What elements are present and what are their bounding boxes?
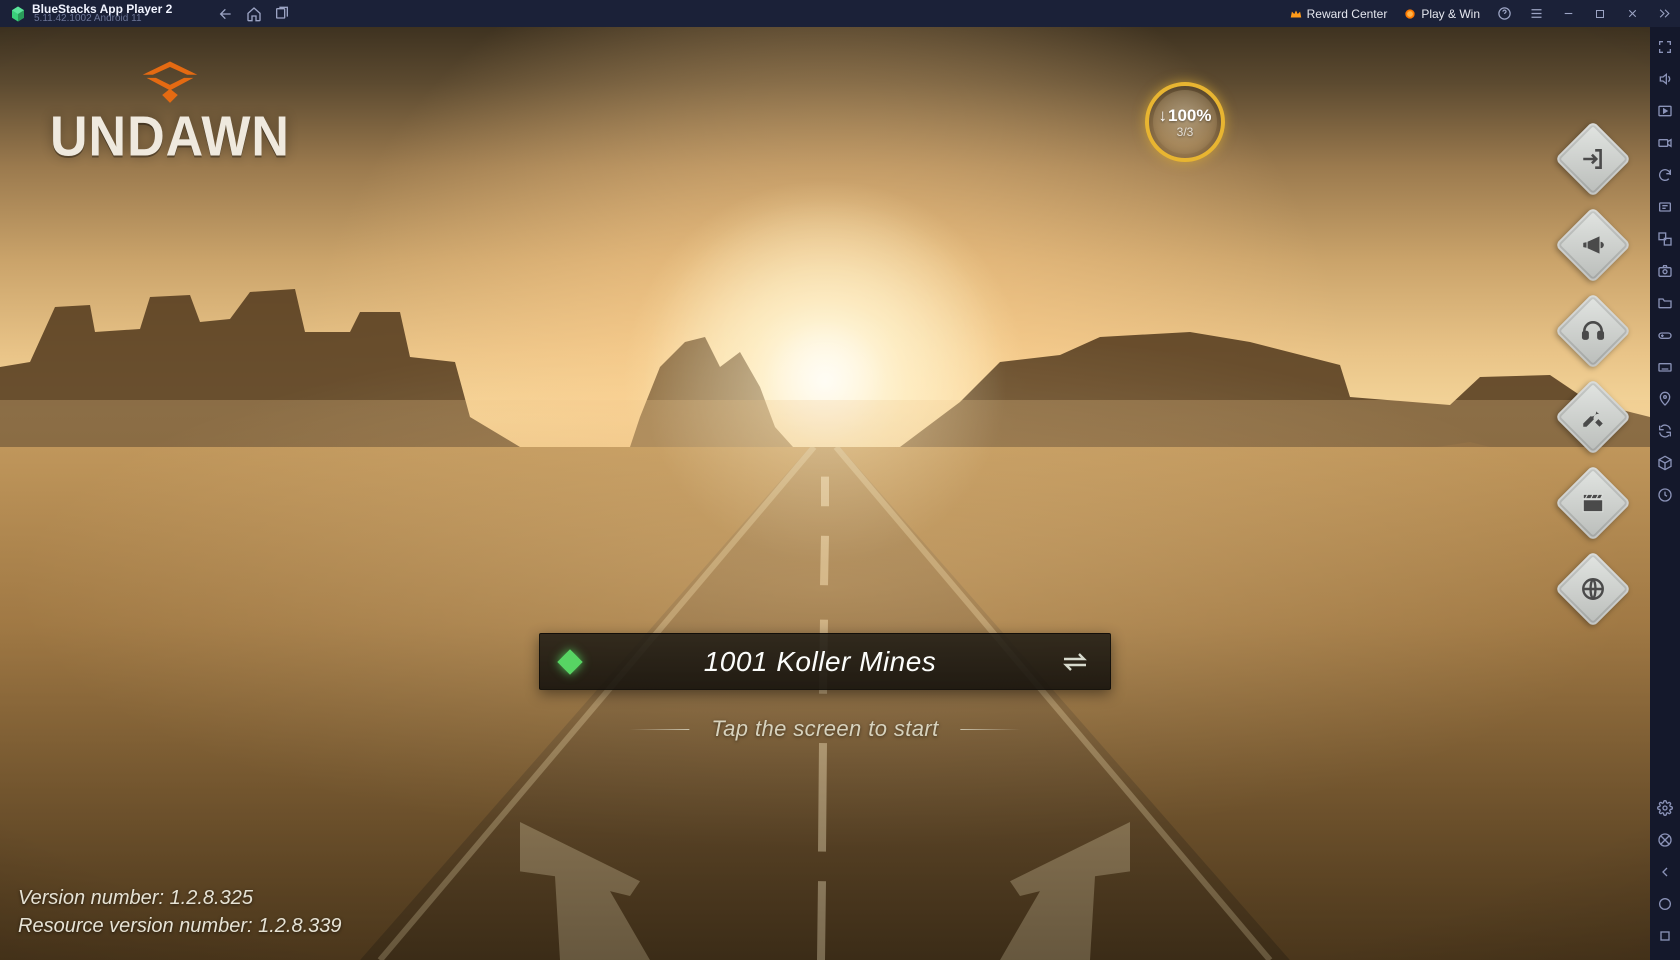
nav-home-button[interactable]	[240, 0, 268, 27]
game-logo: UNDAWN	[50, 57, 290, 167]
globe-icon	[1566, 562, 1620, 616]
close-button[interactable]	[1616, 0, 1648, 27]
emulator-sidebar	[1650, 27, 1680, 960]
resource-value: 1.2.8.339	[258, 915, 341, 937]
fullscreen-icon[interactable]	[1650, 33, 1680, 61]
reward-center-button[interactable]: Reward Center	[1281, 0, 1396, 27]
gamepad-icon[interactable]	[1650, 321, 1680, 349]
version-value: 1.2.8.325	[170, 887, 253, 909]
crown-icon	[1289, 7, 1303, 21]
reward-center-label: Reward Center	[1307, 7, 1388, 21]
clapper-icon	[1566, 476, 1620, 530]
logout-button[interactable]	[1566, 132, 1620, 186]
support-button[interactable]	[1566, 304, 1620, 358]
tools-icon	[1566, 390, 1620, 444]
rotate-icon[interactable]	[1650, 417, 1680, 445]
minimize-button[interactable]	[1552, 0, 1584, 27]
screenshot-icon[interactable]	[1650, 257, 1680, 285]
sidebar-recents-icon[interactable]	[1650, 922, 1680, 950]
keymap-icon[interactable]	[1650, 353, 1680, 381]
collapse-sidebar-button[interactable]	[1648, 0, 1680, 27]
coin-icon	[1403, 7, 1417, 21]
headset-icon	[1566, 304, 1620, 358]
sidebar-back-icon[interactable]	[1650, 858, 1680, 886]
sidebar-home-icon[interactable]	[1650, 890, 1680, 918]
app-subtitle: 5.11.42.1002 Android 11	[34, 13, 172, 24]
media-button[interactable]	[1566, 476, 1620, 530]
trim-memory-icon[interactable]	[1650, 826, 1680, 854]
region-button[interactable]	[1566, 562, 1620, 616]
logout-icon	[1566, 132, 1620, 186]
location-icon[interactable]	[1650, 385, 1680, 413]
emulator-titlebar: BlueStacks App Player 2 5.11.42.1002 And…	[0, 0, 1680, 27]
volume-icon[interactable]	[1650, 65, 1680, 93]
record-icon[interactable]	[1650, 129, 1680, 157]
settings-icon[interactable]	[1650, 794, 1680, 822]
swap-icon	[1040, 652, 1110, 672]
tap-text: Tap the screen to start	[711, 716, 938, 742]
hamburger-button[interactable]	[1520, 0, 1552, 27]
folder-icon[interactable]	[1650, 289, 1680, 317]
history-icon[interactable]	[1650, 481, 1680, 509]
rule-left	[629, 729, 689, 730]
repair-button[interactable]	[1566, 390, 1620, 444]
download-fraction: 3/3	[1177, 125, 1194, 139]
resource-label: Resource version number:	[18, 915, 253, 937]
maximize-button[interactable]	[1584, 0, 1616, 27]
server-select-button[interactable]: 1001 Koller Mines	[539, 633, 1111, 690]
announce-button[interactable]	[1566, 218, 1620, 272]
tap-to-start[interactable]: Tap the screen to start	[629, 716, 1020, 742]
version-info: Version number: 1.2.8.325 Resource versi…	[18, 884, 342, 940]
game-side-menu	[1566, 132, 1620, 616]
game-logo-text: UNDAWN	[50, 105, 290, 170]
play-win-label: Play & Win	[1421, 7, 1480, 21]
sync-icon[interactable]	[1650, 161, 1680, 189]
help-button[interactable]	[1488, 0, 1520, 27]
nav-recents-button[interactable]	[268, 0, 296, 27]
bluestacks-logo-icon	[8, 4, 28, 24]
download-progress[interactable]: ↓100% 3/3	[1145, 82, 1225, 162]
game-emblem-icon	[131, 57, 209, 105]
multi-instance-icon[interactable]	[1650, 225, 1680, 253]
playback-icon[interactable]	[1650, 97, 1680, 125]
download-arrow-icon: ↓	[1159, 106, 1168, 126]
game-viewport[interactable]: UNDAWN ↓100% 3/3 1001 Koller Mines Tap t…	[0, 27, 1650, 960]
rule-right	[961, 729, 1021, 730]
play-win-button[interactable]: Play & Win	[1395, 0, 1488, 27]
package-icon[interactable]	[1650, 449, 1680, 477]
server-name: 1001 Koller Mines	[600, 646, 1040, 678]
server-status-icon	[557, 649, 582, 674]
megaphone-icon	[1566, 218, 1620, 272]
download-percent: 100%	[1168, 106, 1211, 126]
nav-back-button[interactable]	[212, 0, 240, 27]
version-label: Version number:	[18, 887, 164, 909]
macro-icon[interactable]	[1650, 193, 1680, 221]
